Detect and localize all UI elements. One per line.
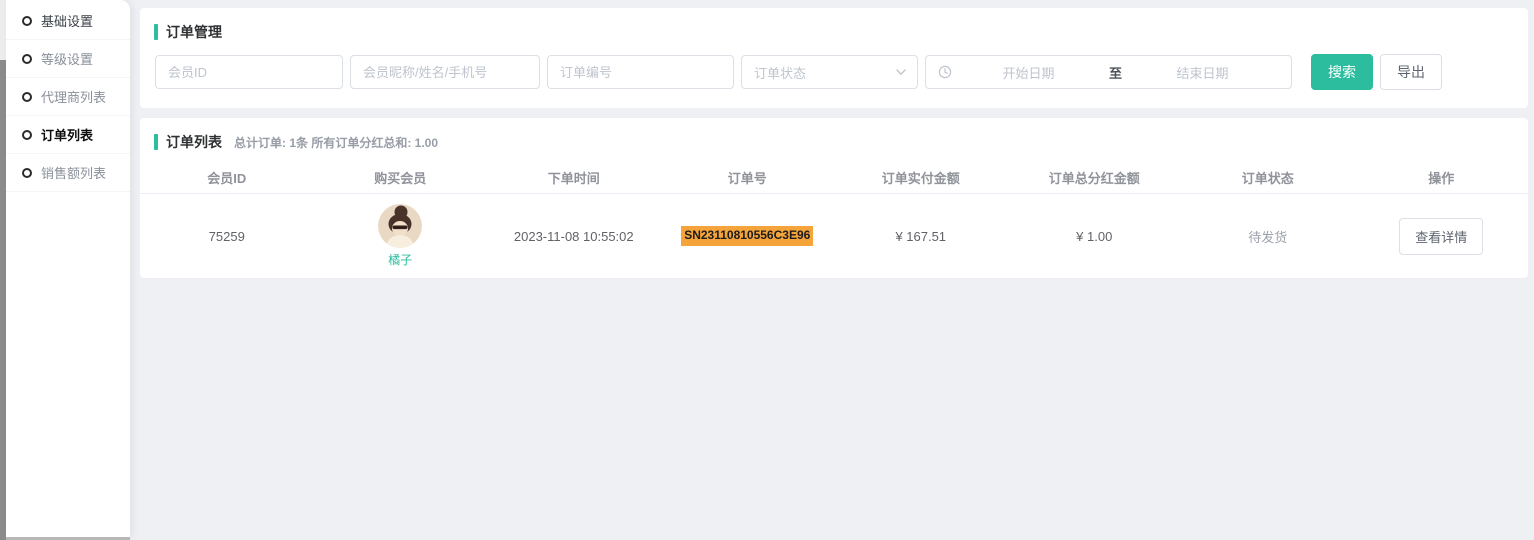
date-start-placeholder[interactable]: 开始日期 — [952, 63, 1105, 82]
title-accent-bar — [154, 134, 158, 150]
member-id-input[interactable] — [155, 55, 343, 89]
order-status-select[interactable]: 订单状态 — [741, 55, 918, 89]
page-title: 订单管理 — [166, 22, 222, 42]
list-summary: 总计订单: 1条 所有订单分红总和: 1.00 — [234, 134, 438, 151]
export-button[interactable]: 导出 — [1380, 54, 1442, 90]
column-header-dividend: 订单总分红金额 — [1008, 162, 1182, 193]
sidebar-item-label: 订单列表 — [41, 125, 93, 144]
panel-title-row: 订单管理 — [140, 8, 1528, 42]
cell-order-no: SN23110810556C3E96 — [661, 194, 835, 278]
column-header-member-id: 会员ID — [140, 162, 314, 193]
radio-circle-icon — [22, 16, 32, 26]
chevron-down-icon — [895, 66, 907, 78]
filter-row: 订单状态 开始日期 至 结束日期 搜索 导出 — [155, 54, 1528, 90]
radio-circle-icon — [22, 168, 32, 178]
table-header-row: 会员ID 购买会员 下单时间 订单号 订单实付金额 订单总分红金额 订单状态 操… — [140, 162, 1528, 194]
search-button[interactable]: 搜索 — [1311, 54, 1373, 90]
list-title-row: 订单列表 总计订单: 1条 所有订单分红总和: 1.00 — [140, 118, 1528, 152]
cell-order-time: 2023-11-08 10:55:02 — [487, 194, 661, 278]
sidebar-item-basic-settings[interactable]: 基础设置 — [6, 2, 130, 40]
member-info-input[interactable] — [350, 55, 540, 89]
sidebar-item-level-settings[interactable]: 等级设置 — [6, 40, 130, 78]
column-header-order-no: 订单号 — [661, 162, 835, 193]
cell-status: 待发货 — [1181, 194, 1355, 278]
radio-circle-icon — [22, 92, 32, 102]
column-header-order-time: 下单时间 — [487, 162, 661, 193]
sidebar-item-order-list[interactable]: 订单列表 — [6, 116, 130, 154]
radio-circle-icon — [22, 130, 32, 140]
clock-icon — [938, 65, 952, 79]
column-header-actions: 操作 — [1355, 162, 1529, 193]
order-status-placeholder: 订单状态 — [754, 63, 806, 82]
list-title: 订单列表 — [166, 132, 222, 152]
cell-member-id: 75259 — [140, 194, 314, 278]
order-no-highlighted: SN23110810556C3E96 — [681, 226, 813, 246]
title-accent-bar — [154, 24, 158, 40]
sidebar-item-label: 销售额列表 — [41, 163, 106, 182]
cell-paid-amount: ¥ 167.51 — [834, 194, 1008, 278]
column-header-paid-amount: 订单实付金额 — [834, 162, 1008, 193]
order-list-panel: 订单列表 总计订单: 1条 所有订单分红总和: 1.00 会员ID 购买会员 下… — [140, 118, 1528, 278]
date-range-picker[interactable]: 开始日期 至 结束日期 — [925, 55, 1292, 89]
sidebar: 基础设置 等级设置 代理商列表 订单列表 销售额列表 — [6, 0, 130, 538]
order-management-panel: 订单管理 订单状态 开始日期 至 结束日期 搜索 导出 — [140, 8, 1528, 108]
sidebar-item-label: 代理商列表 — [41, 87, 106, 106]
cell-dividend-amount: ¥ 1.00 — [1008, 194, 1182, 278]
radio-circle-icon — [22, 54, 32, 64]
view-details-button[interactable]: 查看详情 — [1399, 218, 1483, 255]
sidebar-item-label: 等级设置 — [41, 49, 93, 68]
column-header-status: 订单状态 — [1181, 162, 1355, 193]
main-content: 订单管理 订单状态 开始日期 至 结束日期 搜索 导出 — [140, 0, 1528, 540]
sidebar-item-sales-list[interactable]: 销售额列表 — [6, 154, 130, 192]
cell-buyer: 橘子 — [314, 194, 488, 278]
date-range-separator: 至 — [1105, 63, 1126, 82]
sidebar-item-label: 基础设置 — [41, 11, 93, 30]
date-end-placeholder[interactable]: 结束日期 — [1126, 63, 1279, 82]
table-row: 75259 — [140, 194, 1528, 279]
sidebar-item-agent-list[interactable]: 代理商列表 — [6, 78, 130, 116]
order-table: 会员ID 购买会员 下单时间 订单号 订单实付金额 订单总分红金额 订单状态 操… — [140, 162, 1528, 279]
column-header-buyer: 购买会员 — [314, 162, 488, 193]
member-name-link[interactable]: 橘子 — [388, 251, 412, 268]
order-number-input[interactable] — [547, 55, 734, 89]
cell-actions: 查看详情 — [1355, 194, 1529, 278]
member-avatar[interactable] — [378, 204, 422, 248]
